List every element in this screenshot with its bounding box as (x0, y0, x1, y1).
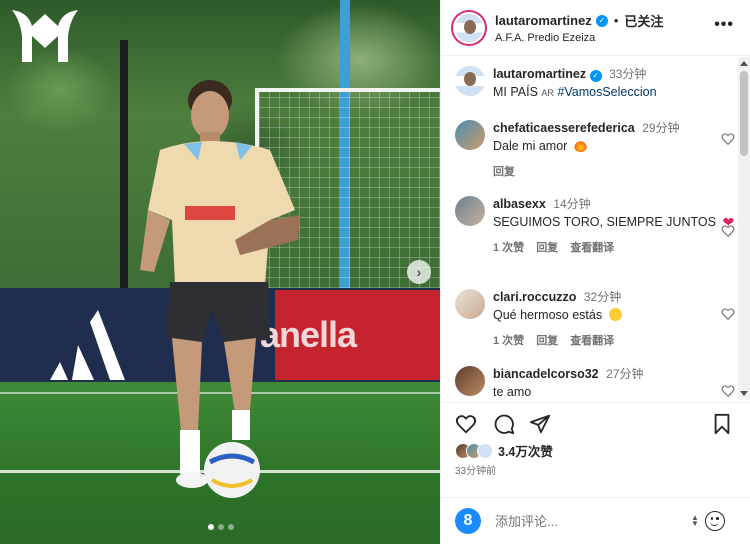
save-bookmark-icon[interactable] (711, 413, 733, 435)
likes-summary[interactable]: 3.4万次赞 (455, 441, 553, 460)
comment-time[interactable]: 14分钟 (553, 197, 590, 211)
add-comment-bar: 8 ▲▼ (441, 497, 750, 544)
commenter-avatar[interactable] (455, 120, 485, 150)
follow-status-button[interactable]: 已关注 (624, 11, 663, 30)
watermark-logo (12, 10, 78, 62)
caption: lautaromartinez ✓ 33分钟 MI PAÍS AR #Vamos… (455, 66, 735, 102)
like-heart-icon[interactable] (455, 413, 477, 435)
caption-text: MI PAÍS (493, 85, 538, 99)
commenter-avatar[interactable] (455, 196, 485, 226)
more-options-icon[interactable]: ••• (714, 16, 734, 34)
verified-badge-icon: ✓ (589, 69, 602, 82)
translate-button[interactable]: 查看翻译 (570, 332, 614, 348)
comment-bubble-icon[interactable] (493, 413, 515, 435)
share-send-icon[interactable] (529, 413, 551, 435)
hashtag-link[interactable]: #VamosSeleccion (557, 85, 656, 99)
comments-list[interactable]: lautaromartinez ✓ 33分钟 MI PAÍS AR #Vamos… (441, 57, 739, 400)
comment-time[interactable]: 32分钟 (584, 290, 621, 304)
comment-text: te amo (493, 385, 532, 399)
translate-button[interactable]: 查看翻译 (570, 239, 614, 255)
comment-likes-count[interactable]: 1 次赞 (493, 239, 524, 255)
comment-likes-count[interactable]: 1 次赞 (493, 332, 524, 348)
next-slide-button[interactable]: › (407, 260, 431, 284)
comment-username[interactable]: biancadelcorso32 (493, 367, 599, 381)
post-timestamp[interactable]: 33分钟前 (455, 462, 496, 477)
input-spinner-icon[interactable]: ▲ ▼ (691, 514, 699, 528)
comment-item: clari.roccuzzo 32分钟 Qué hermoso estás 1 … (455, 289, 735, 348)
like-comment-heart-icon[interactable] (721, 307, 735, 321)
like-comment-heart-icon[interactable] (721, 384, 735, 398)
scroll-up-arrow-icon[interactable] (740, 61, 748, 66)
comment-username[interactable]: clari.roccuzzo (493, 290, 576, 304)
post-header: lautaromartinez ✓ • 已关注 A.F.A. Predio Ez… (441, 0, 750, 56)
post-location[interactable]: A.F.A. Predio Ezeiza (495, 32, 663, 44)
scrollbar-thumb[interactable] (740, 71, 748, 156)
caption-avatar[interactable] (455, 66, 485, 96)
verified-badge-icon: ✓ (595, 14, 608, 27)
comment-text: SEGUIMOS TORO, SIEMPRE JUNTOS (493, 215, 716, 229)
separator: • (613, 13, 619, 28)
comment-time[interactable]: 27分钟 (606, 367, 643, 381)
adidas-logo (50, 310, 125, 380)
like-comment-heart-icon[interactable] (721, 132, 735, 146)
post-actions-bar (441, 402, 750, 442)
post-media[interactable]: anella › (0, 0, 440, 544)
emoji-picker-icon[interactable] (704, 511, 725, 531)
commenter-avatar[interactable] (455, 289, 485, 319)
comment-item: biancadelcorso32 27分钟 te amo (455, 366, 735, 400)
add-comment-input[interactable] (495, 513, 685, 529)
comment-item: albasexx 14分钟 SEGUIMOS TORO, SIEMPRE JUN… (455, 196, 735, 255)
caption-time[interactable]: 33分钟 (609, 67, 646, 81)
carousel-dot (218, 524, 224, 530)
fire-emoji-icon (573, 139, 587, 152)
comment-text: Qué hermoso estás (493, 308, 603, 322)
caption-username[interactable]: lautaromartinez (493, 67, 586, 81)
comments-scrollbar[interactable] (738, 57, 750, 400)
reply-button[interactable]: 回复 (536, 239, 558, 255)
comment-item: chefaticaesserefederica 29分钟 Dale mi amo… (455, 120, 735, 179)
like-comment-heart-icon[interactable] (721, 224, 735, 238)
flag-icon: AR (541, 88, 554, 98)
author-avatar[interactable] (453, 11, 485, 44)
heart-eyes-emoji-icon (608, 308, 622, 321)
commenter-avatar[interactable] (455, 366, 485, 396)
comment-text: Dale mi amor (493, 139, 568, 153)
reply-button[interactable]: 回复 (536, 332, 558, 348)
carousel-dot (228, 524, 234, 530)
player-figure (140, 80, 300, 498)
author-username[interactable]: lautaromartinez (495, 13, 592, 28)
current-user-avatar: 8 (455, 508, 481, 534)
comment-username[interactable]: chefaticaesserefederica (493, 121, 635, 135)
carousel-dot (208, 524, 214, 530)
comment-username[interactable]: albasexx (493, 197, 546, 211)
post-sidebar: lautaromartinez ✓ • 已关注 A.F.A. Predio Ez… (440, 0, 750, 544)
scroll-down-arrow-icon[interactable] (740, 391, 748, 396)
carousel-indicator (208, 524, 234, 530)
liker-avatar (477, 442, 493, 459)
likes-count[interactable]: 3.4万次赞 (498, 441, 553, 460)
comment-time[interactable]: 29分钟 (642, 121, 679, 135)
reply-button[interactable]: 回复 (493, 163, 515, 179)
